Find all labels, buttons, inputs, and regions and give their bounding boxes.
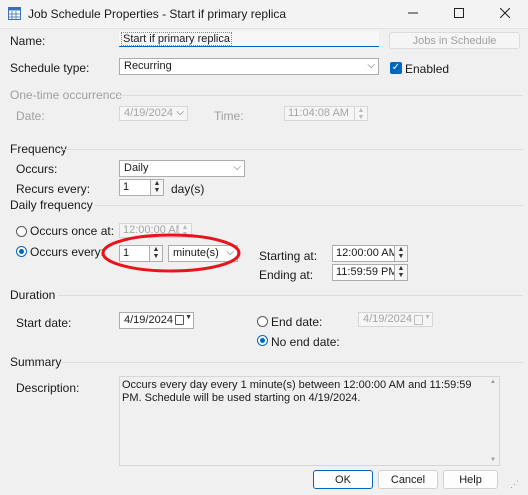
no-end-date-label: No end date: xyxy=(271,335,340,349)
daily-frequency-divider xyxy=(95,205,523,206)
enabled-label: Enabled xyxy=(405,62,450,76)
end-date-picker[interactable]: 4/19/2024 ▼ xyxy=(358,312,433,327)
one-time-date-label: Date: xyxy=(16,109,45,123)
one-time-date-picker[interactable]: 4/19/2024 ⌵ xyxy=(119,106,188,121)
ending-at-input[interactable]: 11:59:59 PM ▲ ▼ xyxy=(332,264,408,281)
minimize-button[interactable] xyxy=(390,0,436,28)
dropdown-arrow-icon: ▼ xyxy=(424,314,431,321)
spin-arrows-icon[interactable]: ▲ ▼ xyxy=(354,107,367,120)
start-date-label: Start date: xyxy=(16,316,72,330)
maximize-icon xyxy=(454,7,464,21)
chevron-down-icon: ⌵ xyxy=(233,162,241,173)
help-button[interactable]: Help xyxy=(443,470,498,489)
summary-header: Summary xyxy=(10,355,62,369)
no-end-date-radio[interactable] xyxy=(257,335,268,346)
summary-divider xyxy=(62,362,523,363)
schedule-type-value: Recurring xyxy=(124,60,172,72)
ending-at-label: Ending at: xyxy=(259,268,314,282)
one-time-time-label: Time: xyxy=(214,109,244,123)
spin-arrows-icon[interactable]: ▲ ▼ xyxy=(394,265,407,280)
spin-arrows-icon[interactable]: ▲ ▼ xyxy=(394,246,407,261)
checkmark-icon: ✓ xyxy=(391,62,401,73)
chevron-down-icon: ⌵ xyxy=(176,107,184,118)
end-date-value: 4/19/2024 xyxy=(363,313,412,325)
jobs-in-schedule-button[interactable]: Jobs in Schedule xyxy=(389,32,520,49)
occurs-label: Occurs: xyxy=(16,162,58,176)
ending-at-value: 11:59:59 PM xyxy=(336,266,398,278)
start-date-picker[interactable]: 4/19/2024 ▼ xyxy=(119,312,194,329)
description-label: Description: xyxy=(16,381,80,395)
occurs-value: Daily xyxy=(124,162,149,174)
resize-grip-icon[interactable]: ⋰ xyxy=(510,480,522,492)
scrollbar[interactable]: ▲ ▼ xyxy=(487,377,499,465)
name-input[interactable]: Start if primary replica xyxy=(119,31,379,47)
name-label: Name: xyxy=(10,34,46,48)
recurs-every-value: 1 xyxy=(123,181,130,193)
description-text: Occurs every day every 1 minute(s) betwe… xyxy=(122,379,472,404)
app-icon xyxy=(8,7,21,20)
end-date-radio[interactable] xyxy=(257,316,268,327)
scroll-down-icon[interactable]: ▼ xyxy=(490,457,496,463)
recurs-unit-label: day(s) xyxy=(171,182,205,196)
occurs-every-radio[interactable] xyxy=(16,246,27,257)
occurs-every-label: Occurs every: xyxy=(30,245,105,259)
occurs-select[interactable]: Daily ⌵ xyxy=(119,160,245,177)
end-date-label: End date: xyxy=(271,315,323,329)
start-date-value: 4/19/2024 xyxy=(124,314,173,326)
recurs-every-label: Recurs every: xyxy=(16,182,91,196)
window-title: Job Schedule Properties - Start if prima… xyxy=(28,7,287,21)
enabled-checkbox[interactable]: ✓ xyxy=(390,62,402,74)
title-bar: Job Schedule Properties - Start if prima… xyxy=(0,0,528,29)
one-time-date-value: 4/19/2024 xyxy=(124,107,173,119)
starting-at-input[interactable]: 12:00:00 AM ▲ ▼ xyxy=(332,245,408,262)
duration-header: Duration xyxy=(10,288,56,302)
highlight-ellipse xyxy=(101,233,241,273)
schedule-type-select[interactable]: Recurring ⌵ xyxy=(119,58,379,75)
one-time-time-value: 11:04:08 AM xyxy=(288,107,349,119)
one-time-time-input[interactable]: 11:04:08 AM ▲ ▼ xyxy=(284,106,368,121)
occurs-once-radio[interactable] xyxy=(16,226,27,237)
description-textbox[interactable]: Occurs every day every 1 minute(s) betwe… xyxy=(119,376,500,466)
cancel-button[interactable]: Cancel xyxy=(378,470,438,489)
dropdown-arrow-icon: ▼ xyxy=(185,314,192,321)
scroll-up-icon[interactable]: ▲ xyxy=(490,379,496,385)
daily-frequency-header: Daily frequency xyxy=(10,198,93,212)
calendar-icon xyxy=(175,315,184,325)
close-button[interactable] xyxy=(482,0,528,28)
schedule-type-label: Schedule type: xyxy=(10,61,90,75)
starting-at-value: 12:00:00 AM xyxy=(336,247,398,259)
chevron-down-icon: ⌵ xyxy=(367,60,375,71)
duration-divider xyxy=(58,295,523,296)
minimize-icon xyxy=(408,7,418,21)
spin-arrows-icon[interactable]: ▲ ▼ xyxy=(150,180,163,195)
ok-button[interactable]: OK xyxy=(313,470,373,489)
close-icon xyxy=(499,7,511,21)
one-time-header: One-time occurrence xyxy=(10,88,123,102)
maximize-button[interactable] xyxy=(436,0,482,28)
starting-at-label: Starting at: xyxy=(259,249,318,263)
frequency-header: Frequency xyxy=(10,142,67,156)
one-time-divider xyxy=(118,95,523,96)
name-input-value: Start if primary replica xyxy=(121,32,232,46)
frequency-divider xyxy=(61,149,523,150)
calendar-icon xyxy=(414,315,423,325)
recurs-every-input[interactable]: 1 ▲ ▼ xyxy=(119,179,164,196)
